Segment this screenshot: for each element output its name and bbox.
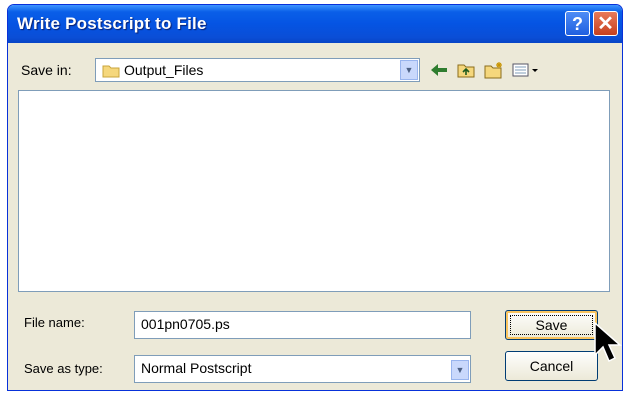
save-in-label: Save in: xyxy=(21,62,72,78)
save-in-value: Output_Files xyxy=(124,62,204,78)
cancel-button[interactable]: Cancel xyxy=(505,351,598,381)
focus-ring xyxy=(510,315,593,335)
close-button[interactable]: ✕ xyxy=(593,11,618,36)
file-name-value: 001pn0705.ps xyxy=(141,316,230,332)
save-as-type-label: Save as type: xyxy=(24,361,103,376)
new-folder-icon[interactable] xyxy=(482,59,506,81)
save-button[interactable]: Save xyxy=(505,310,598,340)
window-title: Write Postscript to File xyxy=(17,14,207,33)
file-list[interactable] xyxy=(18,90,610,292)
file-name-label: File name: xyxy=(24,315,85,330)
help-button[interactable]: ? xyxy=(565,11,590,36)
save-as-type-dropdown[interactable]: Normal Postscript ▼ xyxy=(134,355,471,383)
view-menu-icon[interactable] xyxy=(511,59,541,81)
save-in-dropdown[interactable]: Output_Files ▼ xyxy=(95,58,420,82)
back-arrow-icon[interactable] xyxy=(427,59,451,81)
save-as-type-value: Normal Postscript xyxy=(141,360,252,376)
write-postscript-dialog: Write Postscript to File ? ✕ Save in: Ou… xyxy=(7,4,623,391)
chevron-down-icon[interactable]: ▼ xyxy=(400,60,418,80)
folder-icon xyxy=(102,65,120,78)
up-folder-icon[interactable] xyxy=(454,59,478,81)
cancel-label: Cancel xyxy=(529,358,574,374)
mouse-pointer-icon xyxy=(594,321,622,363)
file-name-input[interactable]: 001pn0705.ps xyxy=(134,311,471,339)
title-bar[interactable]: Write Postscript to File ? ✕ xyxy=(8,5,622,43)
chevron-down-icon[interactable]: ▼ xyxy=(451,360,469,380)
